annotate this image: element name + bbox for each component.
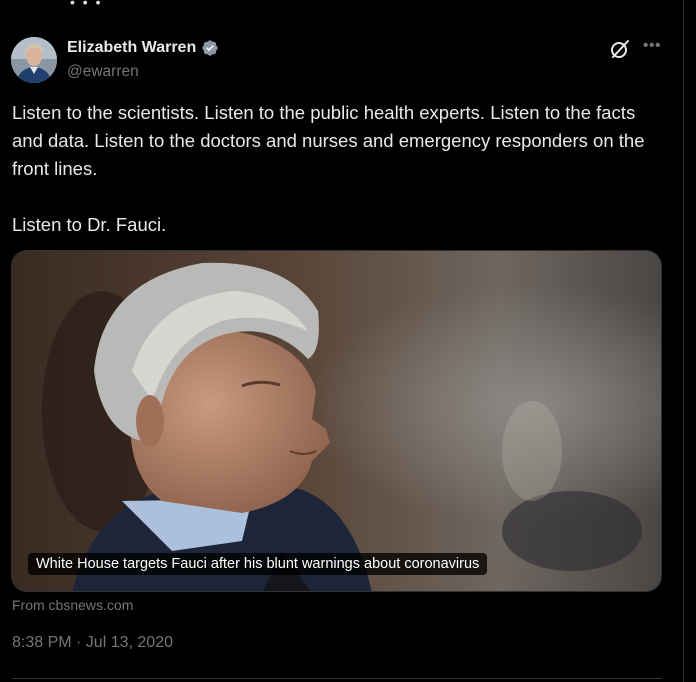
- fauci-photo: [12, 251, 661, 591]
- link-source[interactable]: From cbsnews.com: [12, 597, 133, 613]
- link-card-caption: White House targets Fauci after his blun…: [28, 553, 488, 575]
- tweet-text: Listen to the scientists. Listen to the …: [12, 102, 645, 235]
- grok-button[interactable]: [609, 38, 631, 60]
- avatar-image: [11, 37, 57, 83]
- link-card-image[interactable]: White House targets Fauci after his blun…: [11, 250, 662, 592]
- grok-icon: [611, 40, 629, 58]
- divider: [12, 678, 662, 679]
- user-handle[interactable]: @ewarren: [67, 62, 219, 82]
- more-options-icon[interactable]: •••: [640, 35, 664, 59]
- avatar[interactable]: [11, 37, 57, 83]
- display-name[interactable]: Elizabeth Warren: [67, 38, 196, 58]
- previous-tweet-remnant: • • •: [70, 0, 103, 10]
- timeline-border: [683, 0, 684, 682]
- tweet-timestamp[interactable]: 8:38 PM · Jul 13, 2020: [12, 634, 173, 652]
- tweet-header: Elizabeth Warren @ewarren: [67, 38, 219, 82]
- verified-badge-icon[interactable]: [201, 39, 219, 57]
